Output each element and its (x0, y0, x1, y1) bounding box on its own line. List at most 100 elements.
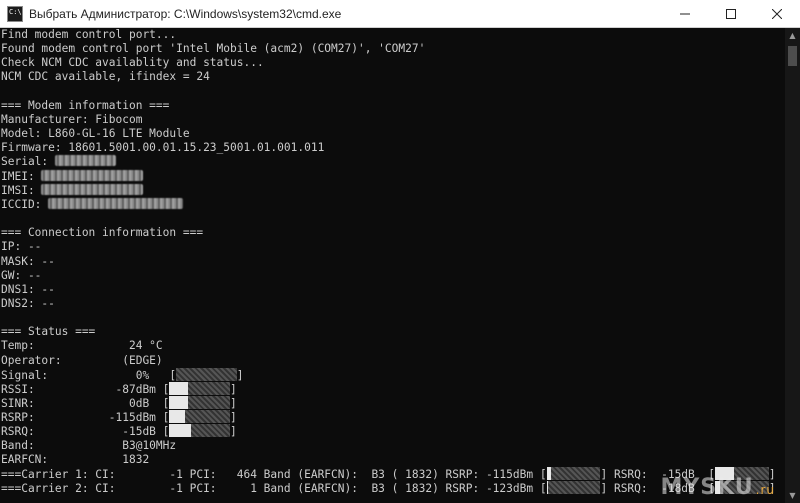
console-text: DNS1: -- (1, 282, 55, 296)
console-text: ===Carrier 2: CI: -1 PCI: 1 Band (EARFCN… (1, 482, 547, 495)
console-line: ICCID: (1, 197, 785, 212)
console-text: Model: L860-GL-16 LTE Module (1, 127, 190, 141)
console-text: RSSI: -87dBm [ (1, 382, 170, 396)
scrollbar-thumb[interactable] (788, 46, 797, 66)
console-text: NCM CDC available, ifindex = 24 (1, 70, 210, 84)
console-line: IP: -- (1, 240, 785, 254)
console-text: ] (230, 411, 237, 425)
console-text: Operator: (EDGE) (1, 353, 163, 367)
signal-level-bar (546, 481, 601, 494)
console-line: Firmware: 18601.5001.00.01.15.23_5001.01… (1, 141, 785, 155)
console-text: Temp: 24 °C (1, 339, 163, 353)
console-text: GW: -- (1, 268, 42, 282)
console-line: === Connection information === (1, 226, 785, 240)
console-line: RSRQ: -15dB [] (1, 424, 785, 438)
console-text: ICCID: (1, 197, 49, 211)
minimize-button[interactable] (662, 0, 708, 28)
window-title: Выбрать Администратор: C:\Windows\system… (29, 6, 342, 21)
watermark-logo: MYSKU .ru (660, 475, 775, 500)
close-button[interactable] (754, 0, 800, 28)
console-line: Serial: (1, 155, 785, 169)
close-icon (772, 9, 782, 19)
console-text: EARFCN: 1832 (1, 452, 150, 466)
signal-level-bar (546, 466, 601, 480)
window-controls (662, 0, 800, 28)
title-bar[interactable]: C:\ Выбрать Администратор: C:\Windows\sy… (0, 0, 800, 28)
console-text: Manufacturer: Fibocom (1, 112, 143, 126)
console-line: Find modem control port... (1, 28, 785, 42)
console-text: === Connection information === (1, 226, 204, 240)
console-line: EARFCN: 1832 (1, 453, 785, 467)
console-text: Band: B3@10MHz (1, 438, 177, 452)
signal-level-bar (169, 381, 231, 395)
console-text: Signal: 0% [ (1, 368, 177, 382)
scroll-up-arrow-icon[interactable]: ▲ (785, 28, 800, 43)
console-line: MASK: -- (1, 255, 785, 269)
bar-fill (169, 410, 185, 424)
maximize-icon (726, 9, 736, 19)
maximize-button[interactable] (708, 0, 754, 28)
signal-level-bar (169, 424, 231, 438)
console-text: Check NCM CDC availablity and status... (1, 56, 264, 70)
console-text: IMEI: (1, 169, 42, 183)
console-line: SINR: 0dB [] (1, 396, 785, 410)
console-line: === Status === (1, 325, 785, 339)
console-line: Model: L860-GL-16 LTE Module (1, 127, 785, 141)
console-text: Firmware: 18601.5001.00.01.15.23_5001.01… (1, 141, 325, 155)
console-line: RSRP: -115dBm [] (1, 410, 785, 424)
bar-fill (169, 396, 188, 410)
bar-empty (190, 424, 231, 438)
cmd-icon: C:\ (7, 5, 23, 22)
console-line: === Modem information === (1, 99, 785, 113)
redacted-value (48, 197, 183, 209)
signal-level-bar (169, 396, 231, 410)
console-line: Operator: (EDGE) (1, 354, 785, 368)
minimize-icon (680, 13, 690, 15)
console-line: Band: B3@10MHz (1, 439, 785, 453)
console-line: DNS2: -- (1, 297, 785, 311)
console-text: IMSI: (1, 183, 42, 197)
console-text: MASK: -- (1, 254, 55, 268)
console-line: Found modem control port 'Intel Mobile (… (1, 42, 785, 56)
console-line: Temp: 24 °C (1, 339, 785, 353)
console-line: Signal: 0% [] (1, 367, 785, 382)
console-text: === Status === (1, 325, 96, 339)
console-text: ] (230, 397, 237, 411)
bar-empty (184, 410, 231, 424)
console-text: Find modem control port... (1, 28, 177, 41)
console-line: RSSI: -87dBm [] (1, 381, 785, 396)
console-line: IMSI: (1, 183, 785, 198)
scroll-down-arrow-icon[interactable]: ▼ (785, 488, 800, 503)
bar-empty (176, 367, 237, 381)
vertical-scrollbar[interactable]: ▲ ▼ (785, 28, 800, 503)
bar-fill (169, 381, 188, 395)
console-text: ] (236, 368, 244, 382)
console-text: RSRQ: -15dB [ (1, 425, 170, 439)
redacted-value (41, 183, 143, 195)
signal-level-bar (169, 410, 231, 424)
signal-level-bar (176, 367, 237, 381)
console-text: ] (230, 382, 237, 396)
console-text: === Modem information === (1, 98, 170, 112)
console-text: ] (230, 425, 237, 439)
console-line: Check NCM CDC availablity and status... (1, 56, 785, 70)
console-text: Serial: (1, 155, 55, 169)
console-output[interactable]: Find modem control port... Found modem co… (0, 28, 785, 503)
console-text: IP: -- (1, 240, 42, 254)
bar-empty (548, 481, 601, 494)
redacted-value (41, 169, 143, 181)
console-text: ===Carrier 1: CI: -1 PCI: 464 Band (EARF… (1, 467, 547, 481)
console-line: DNS1: -- (1, 283, 785, 297)
bar-empty (187, 381, 231, 395)
bar-fill (169, 424, 191, 438)
console-line: IMEI: (1, 169, 785, 184)
console-text: SINR: 0dB [ (1, 397, 170, 411)
console-text: Found modem control port 'Intel Mobile (… (1, 42, 426, 56)
console-line: NCM CDC available, ifindex = 24 (1, 70, 785, 84)
bar-empty (187, 396, 231, 410)
console-line: GW: -- (1, 269, 785, 283)
console-text: RSRP: -115dBm [ (1, 411, 170, 425)
